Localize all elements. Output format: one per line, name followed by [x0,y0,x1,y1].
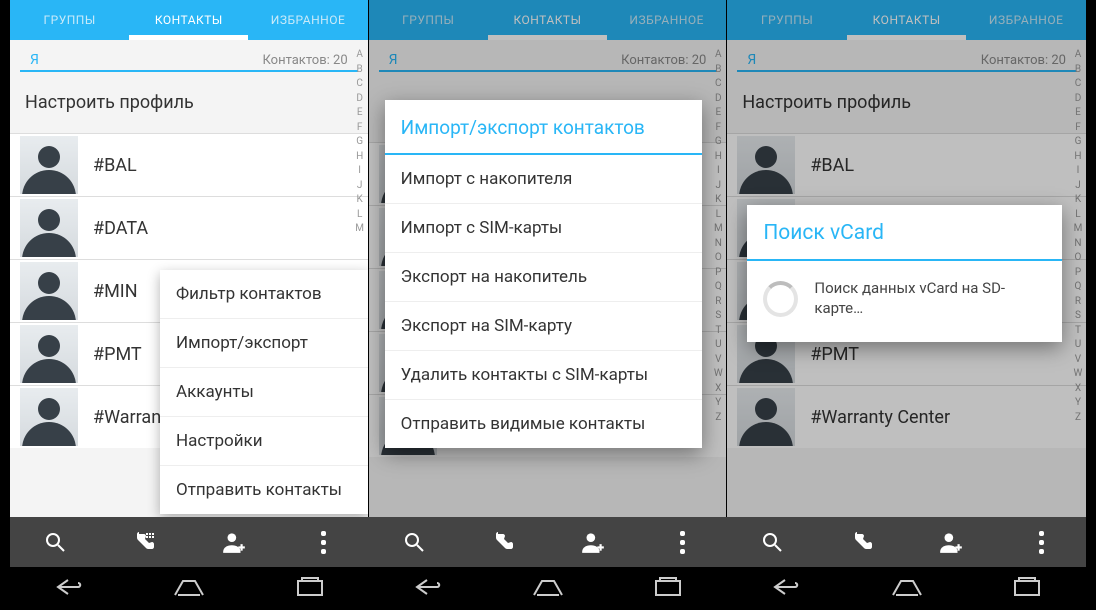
menu-import-export[interactable]: Импорт/экспорт [160,319,368,368]
section-me-label: Я [747,52,756,68]
contact-name: #DATA [93,218,148,239]
nav-recent-icon[interactable] [635,571,701,607]
add-contact-icon[interactable] [579,528,607,556]
nav-back-icon[interactable] [36,570,102,608]
avatar [20,262,78,320]
avatar [737,136,795,194]
tab-bar: ГРУППЫ КОНТАКТЫ ИЗБРАННОЕ [10,0,368,40]
section-header: Я Контактов: 20 [20,48,358,72]
menu-accounts[interactable]: Аккаунты [160,368,368,417]
list-item[interactable]: #BAL [727,133,1086,196]
menu-filter-contacts[interactable]: Фильтр контактов [160,270,368,319]
spinner-icon [763,281,798,317]
tab-groups[interactable]: ГРУППЫ [369,0,488,40]
tab-contacts[interactable]: КОНТАКТЫ [488,0,607,40]
vcard-search-dialog: Поиск vCard Поиск данных vCard на SD-кар… [747,205,1062,342]
export-to-storage[interactable]: Экспорт на накопитель [385,253,703,302]
avatar [20,136,78,194]
tab-favorites[interactable]: ИЗБРАННОЕ [248,0,367,40]
dialpad-icon[interactable] [489,528,517,556]
contact-name: #PMT [93,344,142,365]
section-me-label: Я [389,52,398,68]
tab-favorites[interactable]: ИЗБРАННОЕ [966,0,1086,40]
nav-recent-icon[interactable] [994,571,1060,607]
list-item[interactable]: #BAL [10,133,368,196]
section-header: Я Контактов: 20 [379,48,717,72]
search-icon[interactable] [758,528,786,556]
avatar [737,388,795,446]
import-export-dialog: Импорт/экспорт контактов Импорт с накопи… [385,100,703,448]
dialpad-icon[interactable] [848,528,876,556]
delete-from-sim[interactable]: Удалить контакты с SIM-карты [385,351,703,400]
menu-share-contacts[interactable]: Отправить контакты [160,466,368,514]
contacts-count: Контактов: 20 [621,53,706,68]
contact-name: #MIN [93,281,138,302]
nav-back-icon[interactable] [753,570,819,608]
avatar [20,199,78,257]
tab-groups[interactable]: ГРУППЫ [10,0,129,40]
nav-home-icon[interactable] [154,571,224,607]
dialog-title: Поиск vCard [747,205,1062,261]
contacts-count: Контактов: 20 [262,53,347,68]
export-to-sim[interactable]: Экспорт на SIM-карту [385,302,703,351]
menu-settings[interactable]: Настройки [160,417,368,466]
search-icon[interactable] [400,528,428,556]
contact-name: #BAL [93,155,137,176]
send-visible-contacts[interactable]: Отправить видимые контакты [385,400,703,448]
tab-contacts[interactable]: КОНТАКТЫ [847,0,967,40]
alpha-index[interactable]: ABCDEFGHIJKLM [354,48,366,237]
contacts-count: Контактов: 20 [981,53,1066,68]
import-from-storage[interactable]: Импорт с накопителя [385,155,703,204]
dialpad-icon[interactable] [130,528,158,556]
dialog-title: Импорт/экспорт контактов [385,100,703,155]
list-item[interactable]: #DATA [10,196,368,259]
setup-profile[interactable]: Настроить профиль [10,72,368,133]
avatar [20,388,78,446]
nav-home-icon[interactable] [513,571,583,607]
tab-bar: ГРУППЫ КОНТАКТЫ ИЗБРАННОЕ [727,0,1086,40]
nav-recent-icon[interactable] [277,571,343,607]
section-me-label: Я [30,52,39,68]
nav-back-icon[interactable] [395,570,461,608]
alpha-index[interactable]: ABCDEFGHIJKLMNOPQRSTUVWXYZ [712,48,724,425]
add-contact-icon[interactable] [220,528,248,556]
search-icon[interactable] [41,528,69,556]
section-header: Я Контактов: 20 [737,48,1076,72]
alpha-index[interactable]: ABCDEFGHIJKLMNOPQRSTUVWXYZ [1072,48,1084,425]
tab-bar: ГРУППЫ КОНТАКТЫ ИЗБРАННОЕ [369,0,727,40]
overflow-icon[interactable] [310,528,338,556]
tab-groups[interactable]: ГРУППЫ [727,0,847,40]
import-from-sim[interactable]: Импорт с SIM-карты [385,204,703,253]
overflow-icon[interactable] [668,528,696,556]
list-item[interactable]: #Warranty Center [727,385,1086,448]
nav-home-icon[interactable] [872,571,942,607]
contact-name: #BAL [810,155,854,176]
overflow-icon[interactable] [1027,528,1055,556]
setup-profile[interactable]: Настроить профиль [727,72,1086,133]
tab-contacts[interactable]: КОНТАКТЫ [129,0,248,40]
contact-name: #PMT [810,344,859,365]
dialog-message: Поиск данных vCard на SD-карте… [814,279,1046,318]
overflow-menu: Фильтр контактов Импорт/экспорт Аккаунты… [160,270,368,514]
tab-favorites[interactable]: ИЗБРАННОЕ [607,0,726,40]
contact-name: #Warranty Center [810,407,950,428]
avatar [20,325,78,383]
add-contact-icon[interactable] [937,528,965,556]
